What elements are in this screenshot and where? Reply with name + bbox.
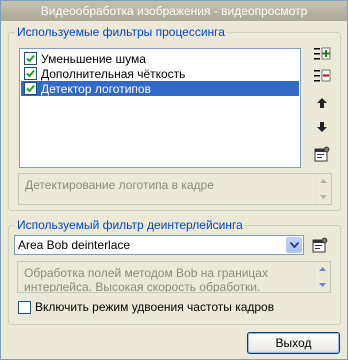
filter-item-noise-reduction[interactable]: Уменьшение шума bbox=[21, 51, 299, 66]
deinterlace-properties-button[interactable] bbox=[310, 235, 330, 255]
exit-button-label: Выход bbox=[275, 336, 312, 350]
checkmark-icon bbox=[26, 84, 35, 93]
deinterlace-description-scrollbar[interactable] bbox=[314, 262, 330, 292]
frame-doubling-option[interactable]: Включить режим удвоения частоты кадров bbox=[18, 300, 274, 314]
window-title: Видеообработка изображения - видеопросмо… bbox=[40, 4, 308, 18]
move-down-button[interactable] bbox=[312, 117, 332, 137]
filter-description: Детектирование логотипа в кадре bbox=[18, 173, 332, 205]
scroll-up-arrow[interactable] bbox=[315, 262, 330, 276]
remove-filter-icon bbox=[314, 69, 331, 82]
processing-filters-group: Используемые фильтры процессинга Уменьше… bbox=[8, 25, 341, 211]
deinterlace-filter-value: Area Bob deinterlace bbox=[18, 238, 131, 252]
filter-description-text: Детектирование логотипа в кадре bbox=[25, 178, 214, 192]
filter-item-label: Дополнительная чёткость bbox=[41, 66, 186, 81]
checkmark-icon bbox=[26, 54, 35, 63]
filter-item-label: Уменьшение шума bbox=[41, 51, 146, 66]
properties-icon bbox=[312, 237, 328, 253]
move-down-icon bbox=[317, 122, 327, 132]
remove-filter-button[interactable] bbox=[312, 66, 332, 86]
move-up-button[interactable] bbox=[312, 93, 332, 113]
add-filter-button[interactable] bbox=[312, 44, 332, 64]
chevron-down-icon bbox=[289, 242, 299, 248]
scroll-down-arrow[interactable] bbox=[316, 190, 331, 204]
deinterlace-description-text: Обработка полей методом Bob на границах … bbox=[24, 266, 268, 293]
filter-item-logo-detector[interactable]: Детектор логотипов bbox=[21, 81, 299, 96]
logo-detector-checkbox[interactable] bbox=[24, 82, 37, 95]
noise-reduction-checkbox[interactable] bbox=[24, 52, 37, 65]
deinterlace-title: Используемый фильтр деинтерлейсинга bbox=[15, 218, 245, 232]
chevron-down-icon bbox=[319, 283, 326, 287]
filter-description-scrollbar[interactable] bbox=[315, 174, 331, 204]
add-filter-icon bbox=[314, 47, 331, 60]
frame-doubling-checkbox[interactable] bbox=[18, 300, 31, 314]
scroll-down-arrow[interactable] bbox=[315, 278, 330, 292]
processing-filters-title: Используемые фильтры процессинга bbox=[15, 25, 227, 39]
frame-doubling-label: Включить режим удвоения частоты кадров bbox=[35, 300, 275, 314]
chevron-down-icon bbox=[320, 195, 327, 199]
deinterlace-description: Обработка полей методом Bob на границах … bbox=[17, 261, 331, 293]
scroll-up-arrow[interactable] bbox=[316, 174, 331, 188]
filter-list[interactable]: Уменьшение шума Дополнительная чёткость … bbox=[19, 48, 301, 168]
exit-button[interactable]: Выход bbox=[247, 332, 340, 354]
checkmark-icon bbox=[26, 69, 35, 78]
move-up-icon bbox=[317, 98, 327, 108]
chevron-up-icon bbox=[320, 179, 327, 183]
filter-properties-button[interactable] bbox=[312, 144, 332, 164]
dialog-window: Видеообработка изображения - видеопросмо… bbox=[0, 0, 348, 360]
dropdown-button[interactable] bbox=[286, 237, 302, 253]
extra-sharpness-checkbox[interactable] bbox=[24, 67, 37, 80]
filter-item-extra-sharpness[interactable]: Дополнительная чёткость bbox=[21, 66, 299, 81]
chevron-up-icon bbox=[319, 267, 326, 271]
title-bar: Видеообработка изображения - видеопросмо… bbox=[1, 1, 347, 21]
properties-icon bbox=[314, 146, 330, 162]
filter-item-label: Детектор логотипов bbox=[41, 81, 151, 96]
deinterlace-filter-select[interactable]: Area Bob deinterlace bbox=[14, 235, 304, 255]
